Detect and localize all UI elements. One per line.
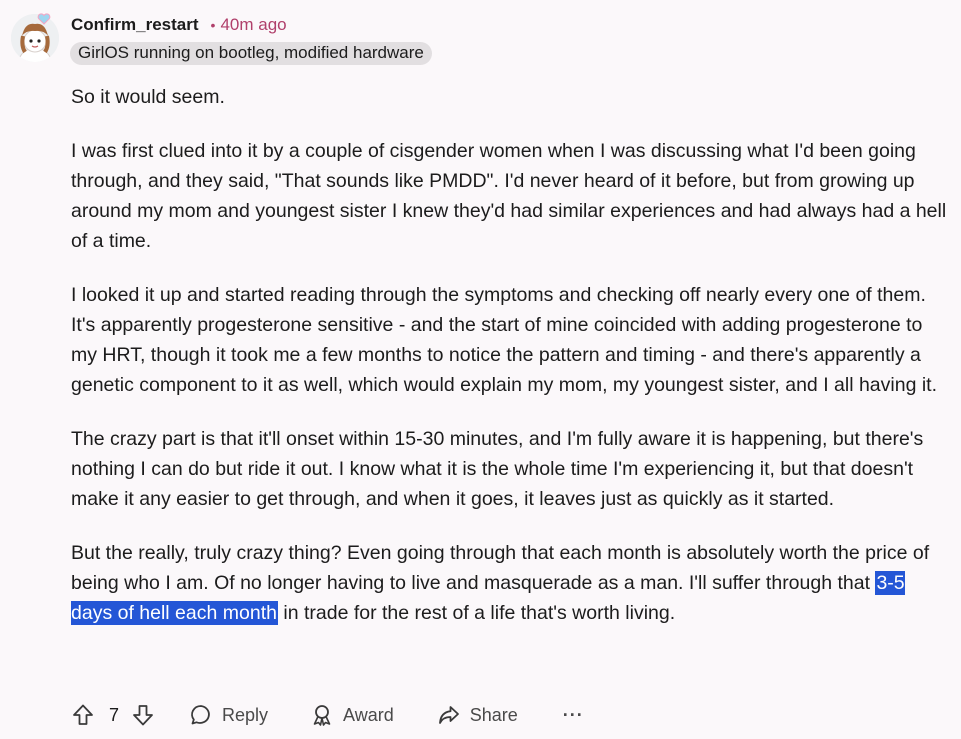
heart-icon	[37, 12, 51, 30]
username-link[interactable]: Confirm_restart	[71, 15, 199, 35]
meta-separator: •	[210, 17, 216, 33]
text-run: But the really, truly crazy thing? Even …	[71, 542, 930, 594]
comment-paragraph: So it would seem.	[71, 86, 225, 108]
comment-paragraph: But the really, truly crazy thing? Even …	[71, 538, 951, 628]
share-arrow-icon	[437, 703, 461, 727]
user-flair: GirlOS running on bootleg, modified hard…	[70, 42, 432, 65]
timestamp[interactable]: 40m ago	[220, 15, 286, 35]
avatar[interactable]	[11, 14, 59, 62]
text-run: in trade for the rest of a life that's w…	[277, 602, 676, 624]
comment-paragraph: I was first clued into it by a couple of…	[71, 140, 947, 252]
reply-label: Reply	[222, 704, 269, 725]
ellipsis-icon[interactable]: ···	[563, 705, 584, 726]
comment-paragraph: The crazy part is that it'll onset withi…	[71, 428, 924, 510]
speech-bubble-icon	[189, 703, 213, 727]
arrow-down-icon[interactable]	[131, 703, 155, 727]
comment-header: Confirm_restart • 40m ago GirlOS running…	[70, 14, 432, 65]
share-label: Share	[469, 704, 518, 725]
comment-paragraph: I looked it up and started reading throu…	[71, 284, 937, 396]
award-button[interactable]: Award	[310, 703, 394, 727]
award-ribbon-icon	[310, 703, 334, 727]
vote-count: 7	[109, 704, 120, 725]
arrow-up-icon[interactable]	[71, 703, 95, 727]
share-button[interactable]: Share	[437, 703, 518, 727]
comment-body: So it would seem. I was first clued into…	[71, 82, 951, 652]
award-label: Award	[343, 704, 394, 725]
comment-actions: 7 Reply Award Share ···	[71, 699, 584, 731]
reply-button[interactable]: Reply	[189, 703, 268, 727]
